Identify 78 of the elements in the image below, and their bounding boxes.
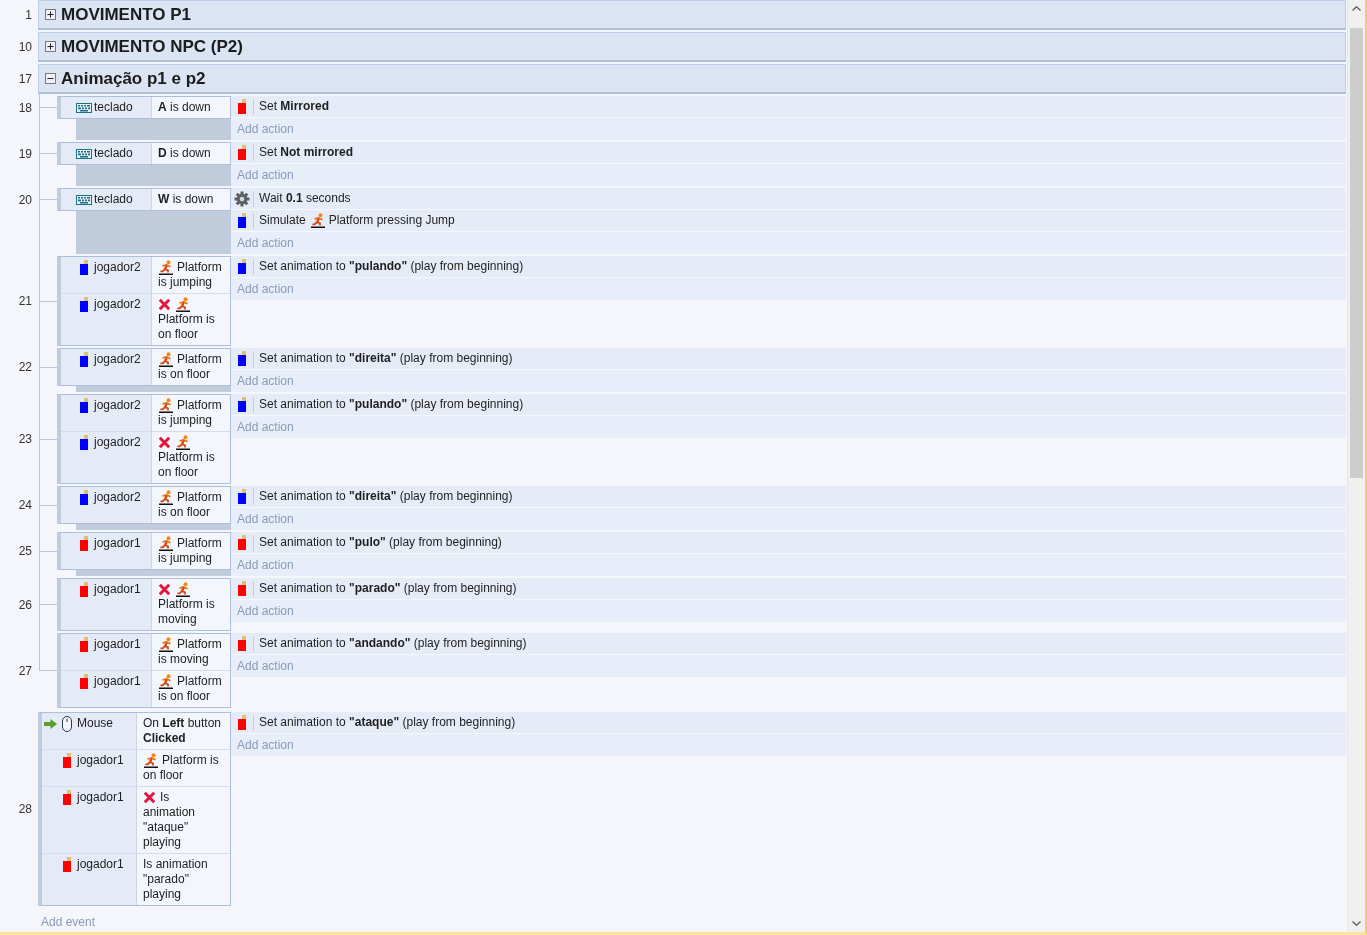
condition-text[interactable]: Platform is on floor: [152, 294, 230, 345]
condition-text[interactable]: On Left button Clicked: [137, 713, 230, 749]
action-row[interactable]: Set animation to "pulo" (play from beginning): [231, 532, 1346, 554]
condition-text[interactable]: Platform is jumping: [152, 533, 230, 569]
plus-box-icon[interactable]: [45, 9, 56, 20]
condition-text[interactable]: Platform is on floor: [152, 671, 230, 707]
tree-connector: [38, 530, 57, 576]
condition-text[interactable]: Platform is jumping: [152, 257, 230, 293]
condition-text[interactable]: Platform is jumping: [152, 395, 230, 431]
condition-text[interactable]: A is down: [152, 97, 230, 118]
group-header[interactable]: MOVIMENTO P1: [38, 0, 1346, 30]
action-row[interactable]: Set animation to "ataque" (play from beginning): [231, 712, 1346, 734]
plus-box-icon[interactable]: [45, 41, 56, 52]
condition-text[interactable]: Is animation "ataque" playing: [137, 787, 230, 853]
line-number: 10: [18, 40, 32, 54]
condition-text[interactable]: Platform is moving: [152, 579, 230, 630]
running-figure-icon: [175, 582, 191, 597]
running-figure-icon: [158, 674, 174, 689]
cross-icon: [143, 791, 156, 804]
running-figure-icon: [158, 398, 174, 413]
minus-box-icon[interactable]: [45, 73, 56, 84]
action-row[interactable]: Set Mirrored: [231, 96, 1346, 118]
action-row[interactable]: Set Not mirrored: [231, 142, 1346, 164]
condition-text[interactable]: Platform is on floor: [152, 432, 230, 483]
action-row[interactable]: Set animation to "parado" (play from beginning): [231, 578, 1346, 600]
line-number: 24: [18, 498, 32, 512]
condition-text[interactable]: Platform is moving: [152, 634, 230, 670]
running-figure-icon: [309, 213, 326, 228]
cross-icon: [158, 298, 171, 311]
condition-text[interactable]: W is down: [152, 189, 230, 210]
line-number: 27: [18, 663, 32, 678]
line-number: 22: [18, 360, 32, 374]
line-number: 18: [18, 100, 32, 115]
running-figure-icon: [175, 435, 191, 450]
group-header[interactable]: Animação p1 e p2: [38, 64, 1346, 94]
running-figure-icon: [175, 297, 191, 312]
line-number: 28: [18, 802, 32, 816]
line-number: 1: [25, 8, 32, 22]
condition-text[interactable]: Platform is on floor: [152, 349, 230, 385]
tree-connector: [38, 94, 57, 140]
line-number: 17: [18, 72, 32, 86]
gear-icon: [234, 190, 250, 207]
action-row[interactable]: Simulate Platform pressing Jump: [231, 210, 1346, 232]
running-figure-icon: [158, 260, 174, 275]
condition-object[interactable]: Mouse: [42, 713, 137, 749]
condition-text[interactable]: Is animation "parado" playing: [137, 854, 230, 905]
arrow-icon: [44, 719, 57, 729]
action-row[interactable]: Set animation to "andando" (play from beginning): [231, 633, 1346, 655]
running-figure-icon: [158, 490, 174, 505]
running-figure-icon: [158, 536, 174, 551]
action-row[interactable]: Set animation to "direita" (play from beginning): [231, 348, 1346, 370]
running-figure-icon: [158, 352, 174, 367]
tree-connector: [38, 631, 57, 671]
scrollbar-thumb[interactable]: [1350, 28, 1363, 478]
line-number: 20: [18, 192, 32, 207]
condition-text[interactable]: Platform is on floor: [137, 750, 230, 786]
condition-text[interactable]: D is down: [152, 143, 230, 164]
action-row[interactable]: Set animation to "pulando" (play from beginning): [231, 256, 1346, 278]
action-row[interactable]: Set animation to "pulando" (play from beginning): [231, 394, 1346, 416]
keyboard-icon: [76, 149, 92, 159]
group-header[interactable]: MOVIMENTO NPC (P2): [38, 32, 1346, 62]
running-figure-icon: [158, 637, 174, 652]
running-figure-icon: [143, 753, 159, 768]
chevron-up-icon: [1352, 6, 1361, 11]
keyboard-icon: [76, 103, 92, 113]
cross-icon: [158, 583, 171, 596]
condition-text[interactable]: Platform is on floor: [152, 487, 230, 523]
chevron-down-icon: [1352, 921, 1361, 926]
line-number: 26: [18, 597, 32, 612]
line-number: 21: [18, 294, 32, 308]
cross-icon: [158, 436, 171, 449]
line-number: 25: [18, 544, 32, 558]
line-number: 19: [18, 146, 32, 161]
action-row[interactable]: Set animation to "direita" (play from beginning): [231, 486, 1346, 508]
keyboard-icon: [76, 195, 92, 205]
mouse-icon: [62, 716, 72, 732]
line-number: 23: [18, 432, 32, 446]
action-row[interactable]: Wait 0.1 seconds: [231, 188, 1346, 210]
